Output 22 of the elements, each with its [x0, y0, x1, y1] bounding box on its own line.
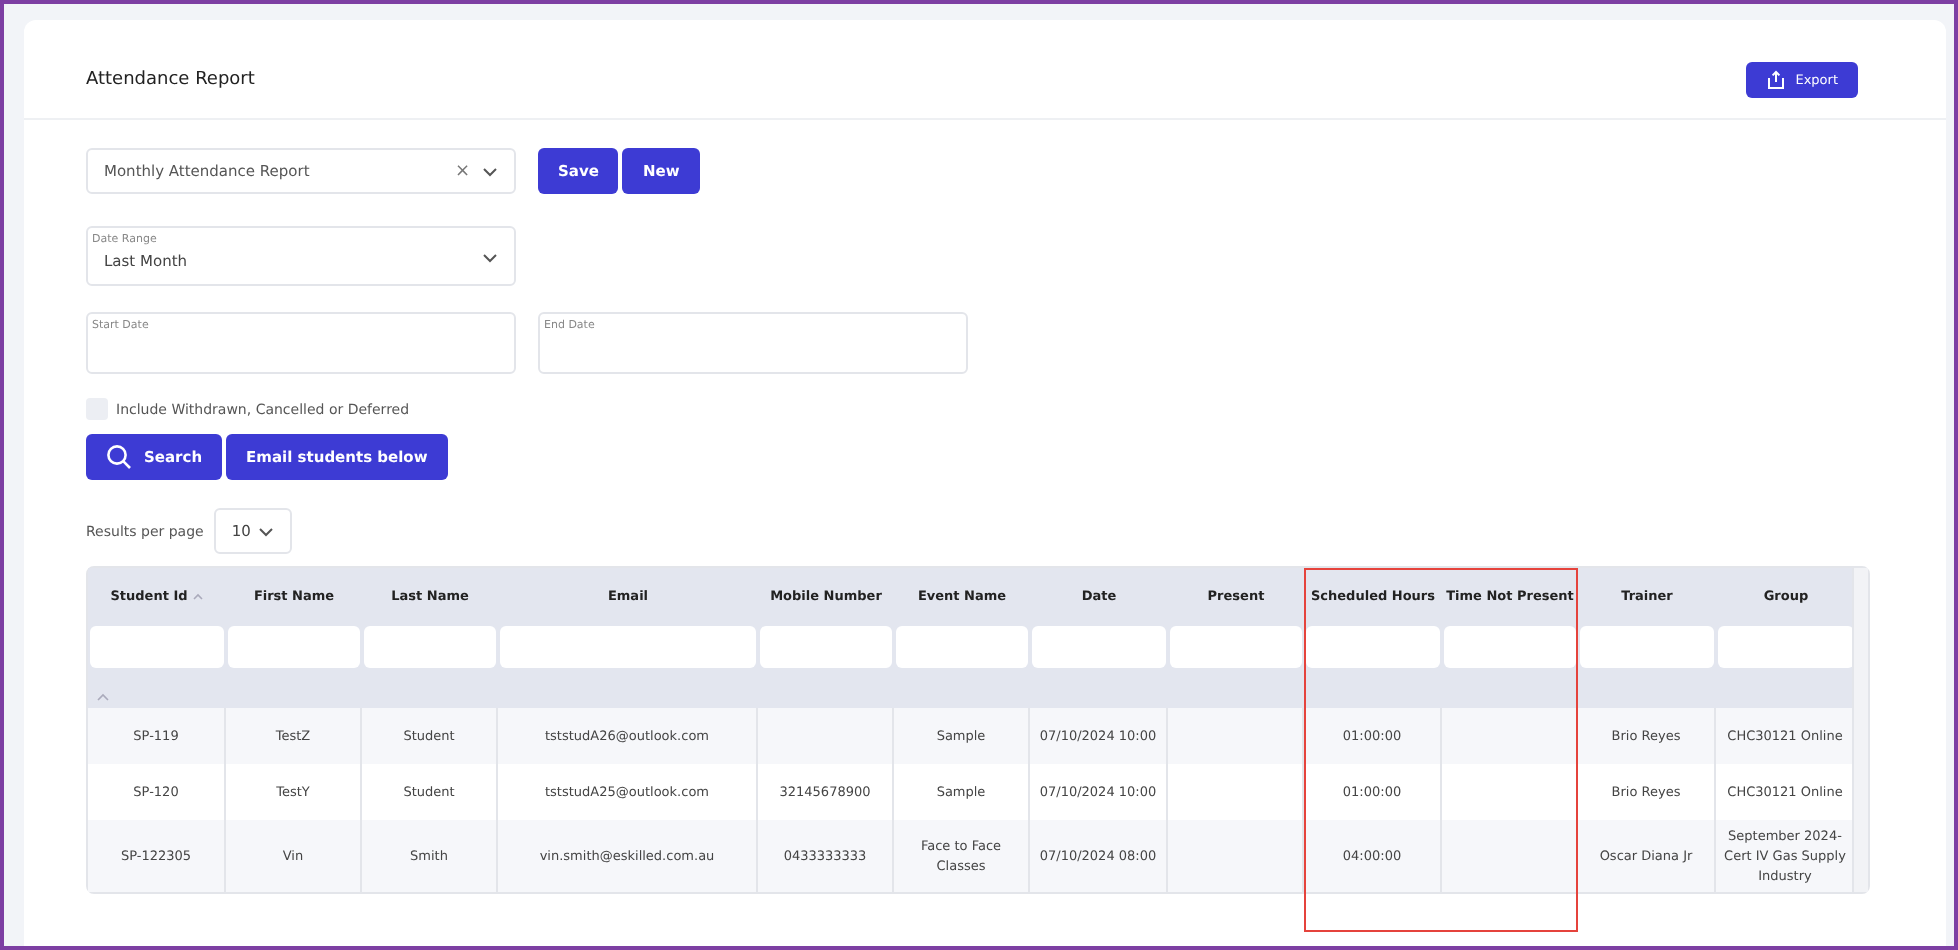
- filter-input[interactable]: [228, 626, 360, 668]
- filter-input[interactable]: [1170, 626, 1302, 668]
- filter-input[interactable]: [1032, 626, 1166, 668]
- filter-input[interactable]: [1580, 626, 1714, 668]
- filter-input[interactable]: [760, 626, 892, 668]
- scrollbar[interactable]: [1852, 568, 1868, 892]
- page-title: Attendance Report: [86, 70, 255, 90]
- filter-input[interactable]: [1718, 626, 1854, 668]
- sort-icon: [191, 592, 204, 600]
- chevron-down-icon: [257, 525, 274, 537]
- filter-input[interactable]: [896, 626, 1028, 668]
- filter-input[interactable]: [1444, 626, 1576, 668]
- search-icon: [106, 444, 132, 470]
- filter-input[interactable]: [364, 626, 496, 668]
- filter-input[interactable]: [1306, 626, 1440, 668]
- chevron-down-icon: [482, 252, 498, 264]
- export-icon: [1765, 70, 1786, 90]
- collapse-icon[interactable]: [96, 692, 110, 702]
- filter-input[interactable]: [500, 626, 756, 668]
- filter-input[interactable]: [90, 626, 224, 668]
- chevron-down-icon: [482, 165, 498, 177]
- clear-icon[interactable]: ×: [454, 161, 470, 181]
